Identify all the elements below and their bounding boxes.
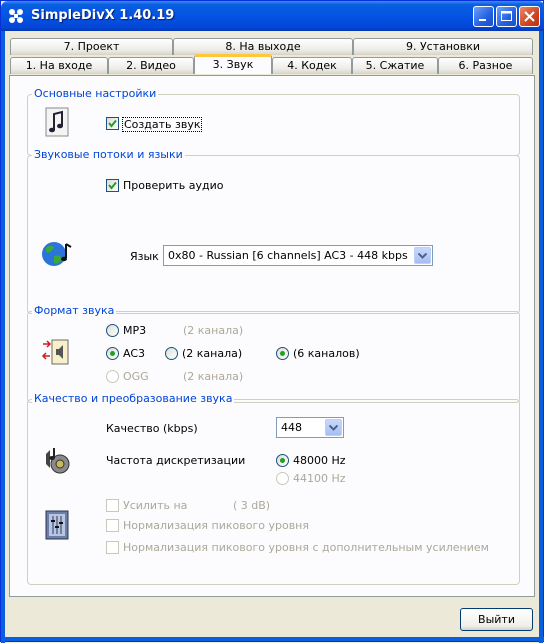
frame-right — [539, 31, 543, 643]
format-ogg-radio[interactable] — [106, 370, 119, 383]
check-audio-checkbox[interactable] — [106, 179, 119, 192]
language-label: Язык — [130, 250, 159, 263]
format-mp3-radio[interactable] — [106, 324, 119, 337]
ac3-6ch-radio[interactable] — [276, 347, 289, 360]
tab-input[interactable]: 1. На входе — [10, 57, 108, 74]
tab-compression[interactable]: 5. Сжатие — [352, 57, 438, 74]
normalize-checkbox[interactable] — [106, 519, 119, 532]
language-select-value: 0x80 - Russian [6 channels] AC3 - 448 kb… — [168, 249, 408, 262]
rate-48000-label[interactable]: 48000 Hz — [293, 454, 346, 467]
app-logo-icon — [7, 7, 25, 25]
language-select[interactable]: 0x80 - Russian [6 channels] AC3 - 448 kb… — [163, 245, 433, 266]
tab-output[interactable]: 8. На выходе — [173, 38, 353, 55]
tab-misc[interactable]: 6. Разное — [438, 57, 533, 74]
group-basic — [27, 94, 520, 156]
format-mp3-label[interactable]: MP3 — [123, 324, 146, 337]
group-quality — [27, 399, 520, 585]
maximize-button[interactable] — [496, 6, 517, 27]
quality-select[interactable]: 448 — [276, 417, 344, 438]
chevron-down-icon — [418, 253, 427, 259]
quality-select-value: 448 — [281, 421, 302, 434]
rate-44100-label[interactable]: 44100 Hz — [293, 472, 346, 485]
mp3-channels-label: (2 канала) — [183, 324, 244, 337]
window-title: SimpleDivX 1.40.19 — [31, 8, 175, 23]
tab-project[interactable]: 7. Проект — [10, 38, 173, 55]
chevron-down-icon — [329, 425, 338, 431]
tab-codec[interactable]: 4. Кодек — [272, 57, 352, 74]
quality-dropdown-button[interactable] — [325, 419, 342, 436]
title-bar[interactable]: SimpleDivX 1.40.19 — [1, 1, 544, 31]
frame-bottom — [1, 637, 544, 641]
speaker-note-icon — [40, 444, 72, 476]
rate-48000-radio[interactable] — [276, 454, 289, 467]
normalize-plus-checkbox[interactable] — [106, 541, 119, 554]
ac3-2ch-label[interactable]: (2 канала) — [182, 347, 242, 360]
amplify-checkbox[interactable] — [106, 499, 119, 512]
create-sound-checkbox[interactable] — [106, 117, 119, 130]
format-ac3-radio[interactable] — [106, 347, 119, 360]
speaker-convert-icon — [40, 336, 72, 368]
exit-button[interactable]: Выйти — [460, 608, 533, 631]
globe-music-icon — [40, 238, 72, 270]
tab-sound[interactable]: 3. Звук — [194, 54, 272, 74]
group-streams-title: Звуковые потоки и языки — [32, 148, 185, 161]
create-sound-label[interactable]: Создать звук — [122, 117, 203, 132]
music-note-icon — [42, 106, 74, 138]
group-basic-title: Основные настройки — [32, 87, 159, 100]
tab-video[interactable]: 2. Видео — [108, 57, 194, 74]
tab-settings[interactable]: 9. Установки — [353, 38, 533, 55]
maximize-icon — [501, 11, 512, 21]
group-streams — [27, 155, 520, 314]
format-ogg-label[interactable]: OGG — [123, 370, 149, 383]
ac3-6ch-label[interactable]: (6 каналов) — [293, 347, 360, 360]
amplify-label[interactable]: Усилить на — [123, 499, 187, 512]
ac3-2ch-radio[interactable] — [165, 347, 178, 360]
group-quality-title: Качество и преобразование звука — [32, 392, 235, 405]
checkmark-icon — [108, 181, 117, 190]
minimize-button[interactable] — [473, 6, 494, 27]
close-icon — [524, 11, 535, 22]
language-dropdown-button[interactable] — [414, 247, 431, 264]
format-ac3-label[interactable]: AC3 — [123, 347, 145, 360]
quality-label: Качество (kbps) — [106, 422, 198, 435]
normalize-label[interactable]: Нормализация пикового уровня — [123, 519, 309, 532]
sample-rate-label: Частота дискретизации — [106, 454, 246, 467]
minimize-icon — [479, 19, 486, 21]
close-button[interactable] — [519, 6, 540, 27]
rate-44100-radio[interactable] — [276, 472, 289, 485]
normalize-plus-label[interactable]: Нормализация пикового уровня с дополните… — [123, 541, 489, 554]
check-audio-label[interactable]: Проверить аудио — [123, 179, 224, 192]
group-format — [27, 311, 520, 403]
frame-left — [1, 31, 5, 643]
ogg-channels-label: (2 канала) — [183, 370, 244, 383]
equalizer-icon — [44, 509, 76, 541]
checkmark-icon — [108, 119, 117, 128]
amplify-value: ( 3 dB) — [233, 499, 271, 512]
group-format-title: Формат звука — [32, 304, 117, 317]
